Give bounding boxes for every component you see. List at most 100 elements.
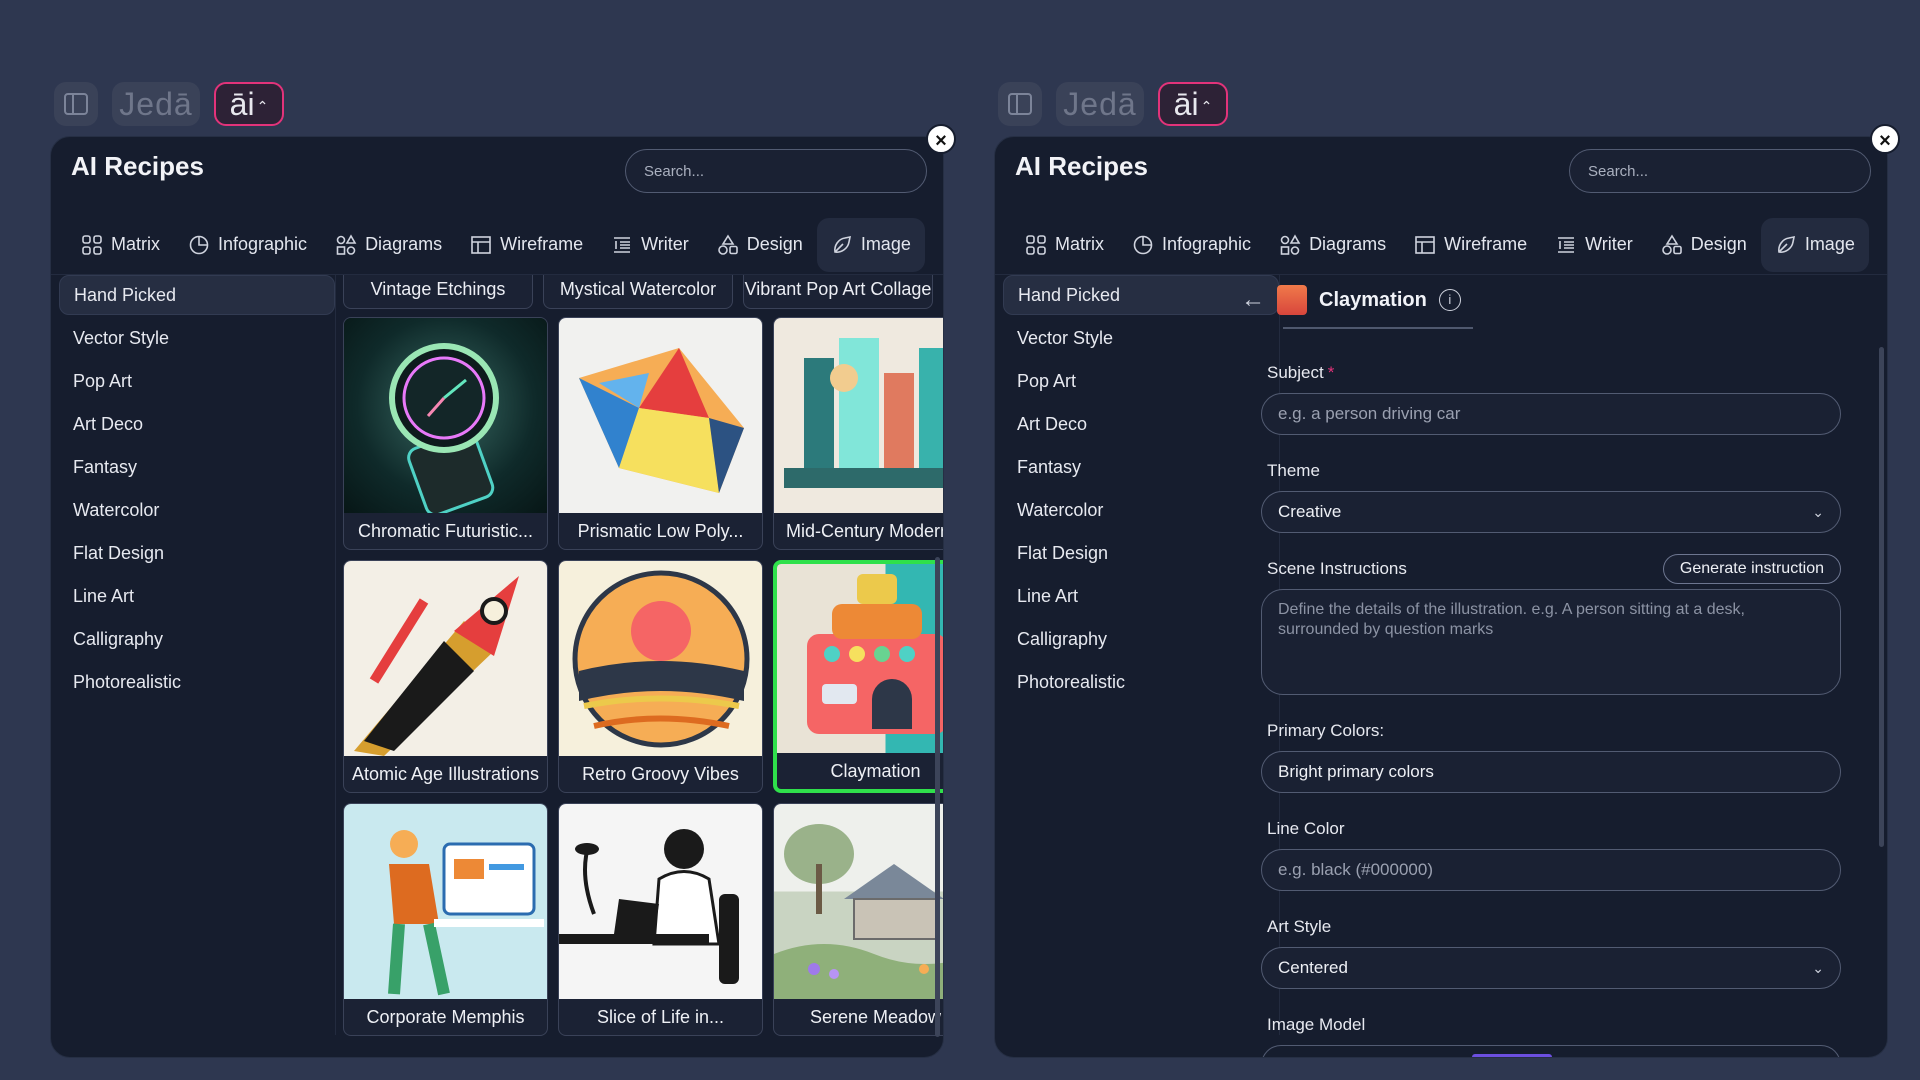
jeda-logo[interactable]: Jedā bbox=[112, 82, 200, 126]
art-style-select[interactable]: Centered ⌄ bbox=[1261, 947, 1841, 989]
recipe-card[interactable]: Serene Meadow bbox=[773, 803, 943, 1036]
image-model-select[interactable] bbox=[1261, 1045, 1841, 1057]
top-toolbar-right: Jedā āi ⌃ bbox=[998, 82, 1228, 126]
recipe-card-label: Corporate Memphis bbox=[366, 1007, 525, 1027]
recipe-card[interactable]: Retro Groovy Vibes bbox=[558, 560, 763, 793]
recipe-card[interactable]: Atomic Age Illustrations bbox=[343, 560, 548, 793]
sidebar-item-fantasy[interactable]: Fantasy bbox=[1003, 447, 1279, 487]
recipe-card[interactable]: Mid-Century Modern... bbox=[773, 317, 943, 550]
primary-colors-label: Primary Colors: bbox=[1267, 721, 1385, 740]
sidebar-toggle-button[interactable] bbox=[998, 82, 1042, 126]
subject-input[interactable]: e.g. a person driving car bbox=[1261, 393, 1841, 435]
sidebar-item-pop-art[interactable]: Pop Art bbox=[59, 361, 335, 401]
theme-label: Theme bbox=[1267, 461, 1320, 480]
image-icon bbox=[833, 235, 851, 253]
line-color-input[interactable]: e.g. black (#000000) bbox=[1261, 849, 1841, 891]
tab-design[interactable]: Design bbox=[1647, 218, 1761, 272]
tab-image[interactable]: Image bbox=[1760, 217, 1869, 272]
recipe-card[interactable]: Slice of Life in... bbox=[558, 803, 763, 1036]
sidebar-icon bbox=[1008, 93, 1032, 115]
ai-menu-button[interactable]: āi ⌃ bbox=[1158, 82, 1228, 126]
sidebar-item-flat-design[interactable]: Flat Design bbox=[59, 533, 335, 573]
sidebar-item-watercolor[interactable]: Watercolor bbox=[1003, 490, 1279, 530]
image-model-label: Image Model bbox=[1267, 1015, 1366, 1034]
ai-recipes-panel-left: AI Recipes Matrix Infographic Diagrams W… bbox=[50, 136, 944, 1058]
tab-matrix[interactable]: Matrix bbox=[1011, 218, 1118, 272]
search-input[interactable] bbox=[1569, 149, 1871, 193]
style-sidebar: Hand Picked Vector Style Pop Art Art Dec… bbox=[1003, 275, 1279, 705]
close-panel-button[interactable]: × bbox=[926, 124, 956, 154]
gallery-scrollbar[interactable] bbox=[935, 557, 940, 1037]
sidebar-toggle-button[interactable] bbox=[54, 82, 98, 126]
category-tabs: Matrix Infographic Diagrams Wireframe Wr… bbox=[51, 215, 943, 275]
sidebar-item-calligraphy[interactable]: Calligraphy bbox=[1003, 619, 1279, 659]
recipe-card-label[interactable]: Vintage Etchings bbox=[343, 275, 533, 309]
recipe-card[interactable]: Corporate Memphis bbox=[343, 803, 548, 1036]
model-badge bbox=[1472, 1054, 1552, 1057]
sidebar-item-calligraphy[interactable]: Calligraphy bbox=[59, 619, 335, 659]
recipe-card[interactable]: Prismatic Low Poly... bbox=[558, 317, 763, 550]
theme-select[interactable]: Creative ⌄ bbox=[1261, 491, 1841, 533]
sidebar-item-pop-art[interactable]: Pop Art bbox=[1003, 361, 1279, 401]
tab-wireframe[interactable]: Wireframe bbox=[1400, 218, 1541, 272]
scene-instructions-label: Scene Instructions Generate instruction bbox=[1261, 554, 1841, 584]
close-panel-button[interactable]: × bbox=[1870, 124, 1900, 154]
jeda-logo[interactable]: Jedā bbox=[1056, 82, 1144, 126]
tab-diagrams[interactable]: Diagrams bbox=[1265, 218, 1400, 272]
sidebar-item-photorealistic[interactable]: Photorealistic bbox=[59, 662, 335, 702]
tab-image[interactable]: Image bbox=[816, 217, 925, 272]
design-icon bbox=[1661, 233, 1682, 255]
sidebar-item-fantasy[interactable]: Fantasy bbox=[59, 447, 335, 487]
sidebar-item-line-art[interactable]: Line Art bbox=[1003, 576, 1279, 616]
sidebar-item-line-art[interactable]: Line Art bbox=[59, 576, 335, 616]
subject-label: Subject * bbox=[1267, 363, 1335, 382]
sidebar-item-vector-style[interactable]: Vector Style bbox=[1003, 318, 1279, 358]
form-scrollbar[interactable] bbox=[1879, 347, 1884, 847]
tab-matrix[interactable]: Matrix bbox=[67, 218, 174, 272]
sidebar-item-hand-picked[interactable]: Hand Picked bbox=[59, 275, 335, 315]
tab-diagrams[interactable]: Diagrams bbox=[321, 218, 456, 272]
sidebar-item-hand-picked[interactable]: Hand Picked bbox=[1003, 275, 1279, 315]
recipe-card-label: Mid-Century Modern... bbox=[785, 521, 943, 541]
sidebar-item-art-deco[interactable]: Art Deco bbox=[59, 404, 335, 444]
sidebar-item-art-deco[interactable]: Art Deco bbox=[1003, 404, 1279, 444]
tab-writer[interactable]: Writer bbox=[597, 218, 703, 272]
sidebar-item-watercolor[interactable]: Watercolor bbox=[59, 490, 335, 530]
recipe-name-underline bbox=[1283, 327, 1473, 329]
chevron-up-icon: ⌃ bbox=[256, 97, 269, 114]
recipe-card[interactable]: Chromatic Futuristic... bbox=[343, 317, 548, 550]
tab-label: Infographic bbox=[218, 234, 308, 254]
tab-wireframe[interactable]: Wireframe bbox=[456, 218, 597, 272]
recipe-header: ← Claymation i bbox=[1241, 285, 1461, 315]
sidebar-item-vector-style[interactable]: Vector Style bbox=[59, 318, 335, 358]
tab-design[interactable]: Design bbox=[703, 218, 817, 272]
scene-instructions-textarea[interactable]: Define the details of the illustration. … bbox=[1261, 589, 1841, 695]
primary-colors-input[interactable]: Bright primary colors bbox=[1261, 751, 1841, 793]
tab-infographic[interactable]: Infographic bbox=[1118, 218, 1265, 272]
ai-label: āi bbox=[1173, 85, 1199, 122]
generate-instruction-button[interactable]: Generate instruction bbox=[1662, 554, 1841, 584]
tab-label: Wireframe bbox=[1444, 234, 1528, 254]
chevron-up-icon: ⌃ bbox=[1200, 97, 1213, 114]
recipe-thumbnail bbox=[344, 561, 547, 756]
ai-menu-button[interactable]: āi ⌃ bbox=[214, 82, 284, 126]
recipe-card-label: Chromatic Futuristic... bbox=[357, 521, 534, 541]
tab-infographic[interactable]: Infographic bbox=[174, 218, 321, 272]
sidebar-item-photorealistic[interactable]: Photorealistic bbox=[1003, 662, 1279, 702]
sidebar-item-flat-design[interactable]: Flat Design bbox=[1003, 533, 1279, 573]
recipe-card-label: Serene Meadow bbox=[809, 1007, 942, 1027]
recipe-card-label: Claymation bbox=[830, 761, 921, 781]
tab-label: Matrix bbox=[111, 234, 160, 254]
tab-label: Design bbox=[746, 234, 803, 254]
back-arrow-icon[interactable]: ← bbox=[1241, 286, 1265, 314]
recipe-card-selected[interactable]: Claymation bbox=[773, 560, 943, 793]
matrix-icon bbox=[1026, 234, 1046, 255]
recipe-card-label[interactable]: Vibrant Pop Art Collage bbox=[743, 275, 933, 309]
required-mark: * bbox=[1327, 363, 1335, 382]
tab-writer[interactable]: Writer bbox=[1541, 218, 1647, 272]
recipe-card-label[interactable]: Mystical Watercolor bbox=[543, 275, 733, 309]
search-input[interactable] bbox=[625, 149, 927, 193]
recipe-thumbnail bbox=[559, 318, 762, 513]
info-icon[interactable]: i bbox=[1438, 289, 1461, 311]
tab-label: Wireframe bbox=[500, 234, 584, 254]
